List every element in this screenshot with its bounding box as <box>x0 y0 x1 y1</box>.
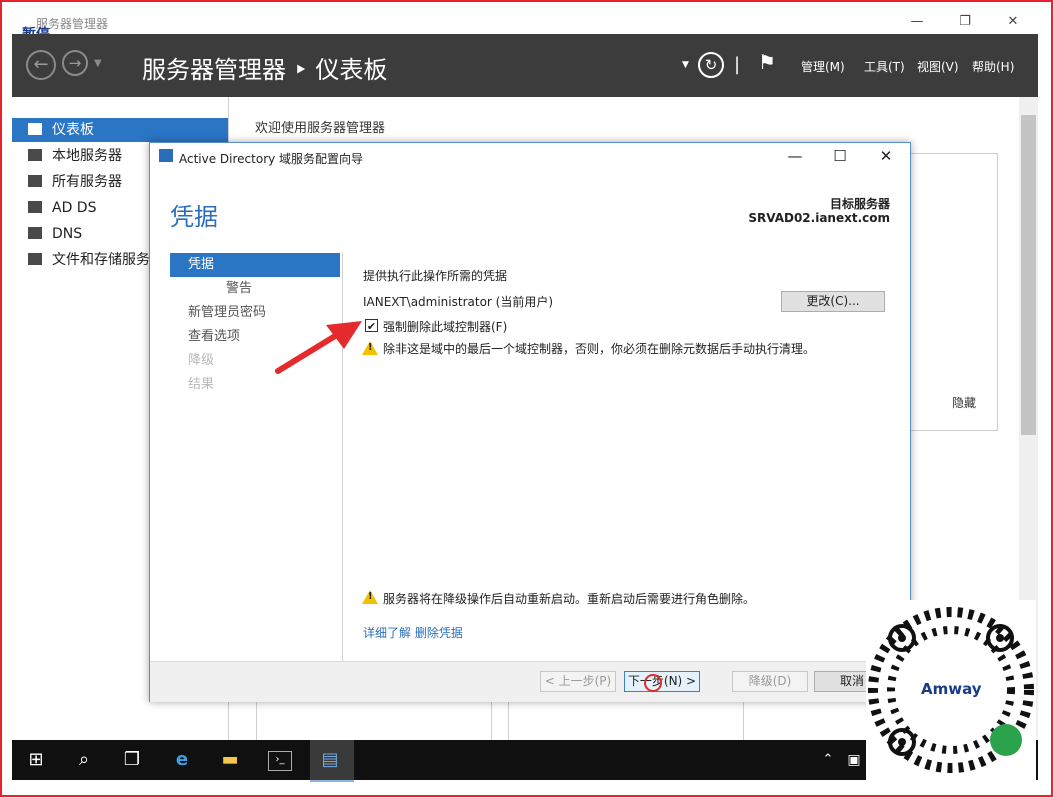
sidebar-item-label: 所有服务器 <box>52 174 122 190</box>
history-dropdown-icon[interactable]: ▼ <box>94 58 102 69</box>
command-prompt-icon[interactable]: ›_ <box>268 751 292 771</box>
close-icon[interactable]: ✕ <box>998 14 1028 29</box>
credential-prompt: 提供执行此操作所需的凭据 <box>363 269 508 283</box>
window-titlebar: 服务器管理器 — ❐ ✕ <box>12 12 1038 34</box>
welcome-title: 欢迎使用服务器管理器 <box>255 121 386 136</box>
notifications-flag-icon[interactable]: ⚑ <box>758 50 776 74</box>
file-explorer-icon[interactable]: ▬ <box>218 748 242 772</box>
previous-button[interactable]: < 上一步(P) <box>540 671 616 692</box>
search-icon[interactable]: ⌕ <box>72 748 96 772</box>
task-view-icon[interactable]: ❐ <box>120 748 144 772</box>
refresh-icon[interactable]: ↻ <box>698 52 724 78</box>
force-remove-warning: 除非这是域中的最后一个域控制器，否则，你必须在删除元数据后手动执行清理。 <box>383 342 816 356</box>
change-credentials-button[interactable]: 更改(C)... <box>781 291 885 312</box>
step-credentials[interactable]: 凭据 <box>170 253 340 277</box>
wizard-footer: < 上一步(P) 下一步(N) > 降级(D) 取消 <box>150 661 910 702</box>
tile <box>508 700 744 741</box>
network-icon[interactable]: ▣ <box>842 748 866 772</box>
qr-code-overlay: Amway <box>866 600 1036 780</box>
menu-help[interactable]: 帮助(H) <box>972 58 1014 75</box>
page-title: 服务器管理器 ‣ 仪表板 <box>142 56 388 84</box>
back-icon[interactable]: ← <box>26 50 56 80</box>
warning-icon <box>362 590 378 604</box>
more-info-link[interactable]: 详细了解 删除凭据 <box>363 624 463 641</box>
demote-button[interactable]: 降级(D) <box>732 671 808 692</box>
sidebar-item-label: 文件和存储服务 <box>52 252 150 268</box>
server-icon <box>28 149 42 161</box>
restore-icon[interactable]: ❐ <box>950 14 980 29</box>
sidebar-item-label: 仪表板 <box>52 122 94 138</box>
force-remove-checkbox[interactable]: ✔ <box>365 319 378 333</box>
ad-ds-icon <box>28 201 42 213</box>
background-panel <box>908 153 998 431</box>
amway-logo: Amway <box>921 680 982 698</box>
menu-tools[interactable]: 工具(T) <box>864 58 905 75</box>
forward-icon[interactable]: → <box>62 50 88 76</box>
windows-start-icon[interactable]: ⊞ <box>24 748 48 772</box>
file-storage-icon <box>28 253 42 265</box>
sidebar-item-dashboard[interactable]: 仪表板 <box>12 118 228 142</box>
dashboard-icon <box>28 123 42 135</box>
sidebar-item-label: DNS <box>52 226 83 242</box>
maximize-icon[interactable]: ☐ <box>826 147 854 165</box>
sidebar-item-label: AD DS <box>52 200 97 216</box>
internet-explorer-icon[interactable]: e <box>170 748 194 772</box>
tray-chevron-icon[interactable]: ⌃ <box>816 748 840 772</box>
scrollbar-thumb[interactable] <box>1021 115 1036 435</box>
ad-ds-config-wizard: Active Directory 域服务配置向导 — ☐ ✕ 凭据 目标服务器 … <box>149 142 911 702</box>
force-remove-label[interactable]: 强制删除此域控制器(F) <box>383 318 507 335</box>
dropdown-icon[interactable]: ▼ <box>682 60 689 70</box>
target-server-label: 目标服务器 <box>829 197 890 211</box>
wizard-heading: 凭据 <box>170 203 218 231</box>
wizard-app-icon <box>159 149 173 162</box>
minimize-icon[interactable]: — <box>781 147 809 165</box>
dialog-title: Active Directory 域服务配置向导 <box>179 152 364 166</box>
restart-warning: 服务器将在降级操作后自动重新启动。重新启动后需要进行角色删除。 <box>383 592 756 606</box>
dns-icon <box>28 227 42 239</box>
server-manager-header: ← → ▼ 服务器管理器 ‣ 仪表板 ▼ ↻ | ⚑ 管理(M) 工具(T) 视… <box>12 34 1038 97</box>
server-manager-icon: ▤ <box>321 749 339 770</box>
step-warning[interactable]: 警告 <box>170 277 340 301</box>
click-indicator <box>644 674 662 692</box>
divider: | <box>734 54 741 75</box>
menu-manage[interactable]: 管理(M) <box>801 58 845 75</box>
sidebar-item-label: 本地服务器 <box>52 148 122 164</box>
red-arrow-annotation <box>275 321 362 374</box>
tile <box>256 700 492 741</box>
current-user: IANEXT\administrator (当前用户) <box>363 295 554 309</box>
hide-link[interactable]: 隐藏 <box>952 394 976 411</box>
menu-view[interactable]: 视图(V) <box>917 58 959 75</box>
target-server-value: SRVAD02.ianext.com <box>748 211 890 225</box>
minimize-icon[interactable]: — <box>902 14 932 29</box>
next-button[interactable]: 下一步(N) > <box>624 671 700 692</box>
servers-icon <box>28 175 42 187</box>
close-icon[interactable]: ✕ <box>872 147 900 165</box>
